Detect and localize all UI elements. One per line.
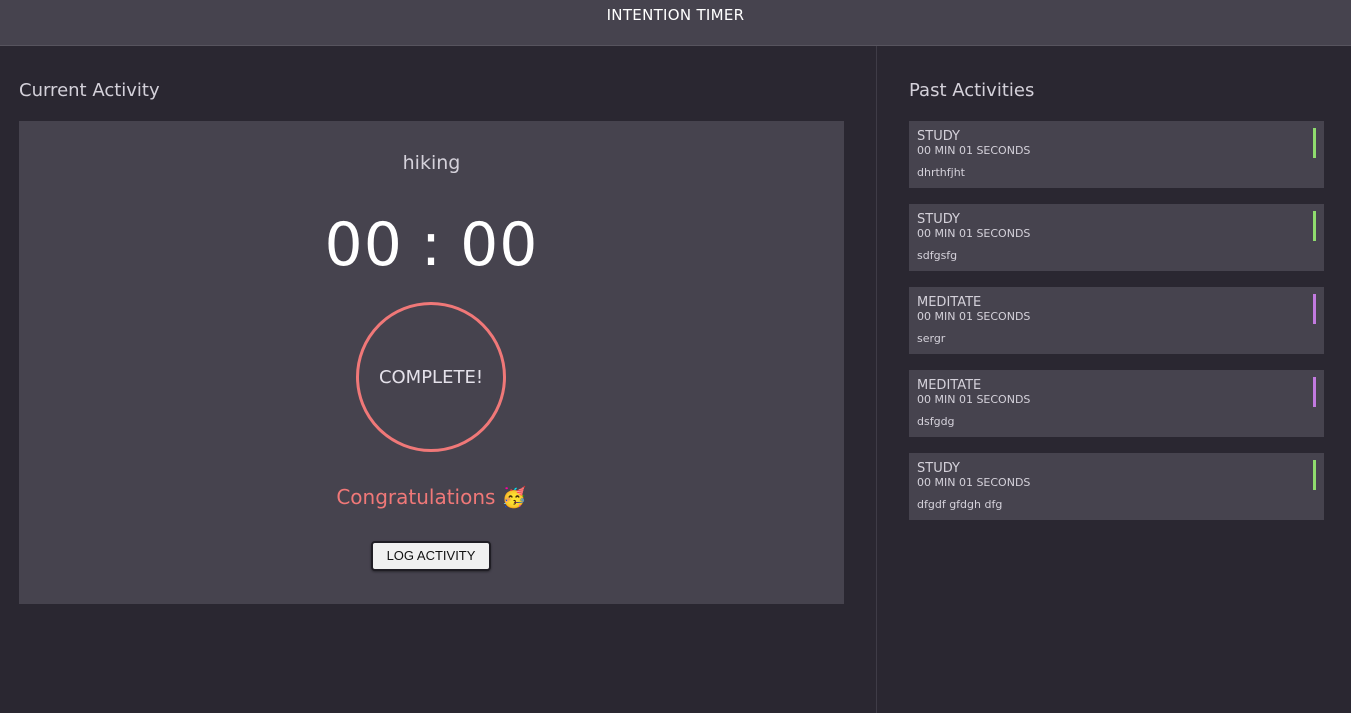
timer-seconds: 00 bbox=[460, 210, 539, 280]
countdown-timer: 00:00 bbox=[19, 209, 844, 281]
past-activity-card: MEDITATE 00 MIN 01 SECONDS dsfgdg bbox=[909, 370, 1324, 437]
past-activity-type: STUDY bbox=[917, 212, 960, 227]
past-activity-card: MEDITATE 00 MIN 01 SECONDS sergr bbox=[909, 287, 1324, 354]
column-divider bbox=[876, 46, 877, 713]
app-header: INTENTION TIMER bbox=[0, 0, 1351, 46]
past-activity-card: STUDY 00 MIN 01 SECONDS dhrthfjht bbox=[909, 121, 1324, 188]
current-activity-card: hiking 00:00 COMPLETE! Congratulations 🥳… bbox=[19, 121, 844, 604]
category-color-bar bbox=[1313, 211, 1316, 241]
category-color-bar bbox=[1313, 128, 1316, 158]
past-activity-duration: 00 MIN 01 SECONDS bbox=[917, 476, 1031, 489]
past-activity-note: dsfgdg bbox=[917, 415, 955, 428]
past-activity-duration: 00 MIN 01 SECONDS bbox=[917, 310, 1031, 323]
past-activity-duration: 00 MIN 01 SECONDS bbox=[917, 227, 1031, 240]
log-activity-button[interactable]: LOG ACTIVITY bbox=[371, 541, 491, 571]
app-title: INTENTION TIMER bbox=[606, 6, 745, 24]
complete-button[interactable]: COMPLETE! bbox=[356, 302, 506, 452]
timer-separator: : bbox=[420, 210, 443, 280]
past-activities-heading: Past Activities bbox=[909, 80, 1035, 101]
past-activity-type: STUDY bbox=[917, 129, 960, 144]
past-activity-note: dfgdf gfdgh dfg bbox=[917, 498, 1003, 511]
category-color-bar bbox=[1313, 377, 1316, 407]
past-activity-type: STUDY bbox=[917, 461, 960, 476]
past-activity-card: STUDY 00 MIN 01 SECONDS dfgdf gfdgh dfg bbox=[909, 453, 1324, 520]
complete-label: COMPLETE! bbox=[378, 366, 484, 388]
past-activity-duration: 00 MIN 01 SECONDS bbox=[917, 144, 1031, 157]
past-activities-list: STUDY 00 MIN 01 SECONDS dhrthfjht STUDY … bbox=[909, 121, 1324, 536]
timer-minutes: 00 bbox=[324, 210, 403, 280]
current-activity-heading: Current Activity bbox=[19, 80, 160, 101]
category-color-bar bbox=[1313, 294, 1316, 324]
past-activity-duration: 00 MIN 01 SECONDS bbox=[917, 393, 1031, 406]
past-activity-note: dhrthfjht bbox=[917, 166, 965, 179]
past-activity-note: sdfgsfg bbox=[917, 249, 958, 262]
past-activity-type: MEDITATE bbox=[917, 295, 982, 310]
past-activity-card: STUDY 00 MIN 01 SECONDS sdfgsfg bbox=[909, 204, 1324, 271]
past-activity-type: MEDITATE bbox=[917, 378, 982, 393]
past-activity-note: sergr bbox=[917, 332, 946, 345]
activity-name: hiking bbox=[402, 152, 461, 174]
category-color-bar bbox=[1313, 460, 1316, 490]
congratulations-message: Congratulations 🥳 bbox=[336, 485, 527, 509]
